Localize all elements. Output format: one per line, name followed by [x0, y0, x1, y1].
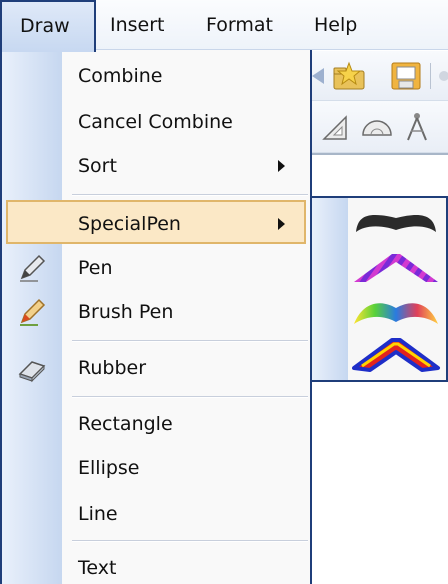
menu-item-label: Ellipse: [78, 457, 140, 479]
menu-separator: [72, 396, 308, 398]
menu-item-label: Pen: [78, 257, 113, 279]
menu-item-specialpen[interactable]: SpecialPen: [6, 200, 306, 244]
protractor-icon[interactable]: [360, 115, 394, 139]
menu-item-label: Brush Pen: [78, 301, 174, 323]
menu-item-sort[interactable]: Sort: [2, 144, 310, 188]
compass-icon[interactable]: [402, 111, 432, 143]
submenu-gutter: [312, 198, 348, 380]
toolbar-divider: [430, 63, 431, 89]
main-toolbar: [310, 51, 448, 101]
menu-item-label: Text: [78, 557, 117, 579]
red-blue-outlined-pen-stroke-icon[interactable]: [348, 334, 444, 376]
purple-striped-pen-stroke-icon[interactable]: [348, 246, 444, 288]
menu-bar: Draw Insert Format Help: [0, 0, 448, 52]
menu-item-label: Combine: [78, 65, 163, 87]
brush-pen-icon: [20, 298, 46, 326]
save-picture-icon[interactable]: [390, 61, 422, 91]
menu-item-text[interactable]: Text: [2, 546, 310, 584]
menu-separator: [72, 540, 308, 542]
favorite-folder-icon[interactable]: [332, 61, 366, 91]
menu-item-label: Line: [78, 503, 118, 525]
pencil-icon: [20, 254, 46, 282]
menu-item-label: Rectangle: [78, 413, 173, 435]
menu-separator: [72, 194, 308, 196]
menu-item-cancel-combine[interactable]: Cancel Combine: [2, 100, 310, 144]
menu-item-ellipse[interactable]: Ellipse: [2, 446, 310, 490]
drawing-toolbar: [310, 101, 448, 153]
rainbow-pen-stroke-icon[interactable]: [348, 290, 444, 332]
toolbar-icon-partial[interactable]: [310, 65, 330, 87]
menu-item-label: SpecialPen: [78, 213, 181, 235]
draw-menu: Combine Cancel Combine Sort SpecialPen P…: [0, 50, 312, 584]
submenu-arrow-icon: [278, 160, 285, 172]
menu-insert[interactable]: Insert: [110, 0, 182, 50]
menu-item-label: Rubber: [78, 357, 147, 379]
menu-draw[interactable]: Draw: [0, 0, 96, 52]
menu-item-rubber[interactable]: Rubber: [2, 346, 310, 390]
menu-item-rectangle[interactable]: Rectangle: [2, 402, 310, 446]
menu-item-brush-pen[interactable]: Brush Pen: [2, 290, 310, 334]
submenu-arrow-icon: [278, 218, 285, 230]
menu-item-pen[interactable]: Pen: [2, 246, 310, 290]
menu-item-line[interactable]: Line: [2, 492, 310, 536]
menu-item-label: Cancel Combine: [78, 111, 233, 133]
menu-help[interactable]: Help: [314, 0, 364, 50]
menu-item-label: Sort: [78, 155, 117, 177]
eraser-icon: [18, 361, 46, 383]
menu-format[interactable]: Format: [206, 0, 282, 50]
specialpen-submenu: [310, 196, 448, 382]
triangle-ruler-icon[interactable]: [320, 113, 350, 143]
black-pen-stroke-icon[interactable]: [348, 202, 444, 244]
toolbar-icon-partial-right[interactable]: [436, 65, 448, 87]
menu-separator: [72, 340, 308, 342]
menu-item-combine[interactable]: Combine: [2, 54, 310, 98]
